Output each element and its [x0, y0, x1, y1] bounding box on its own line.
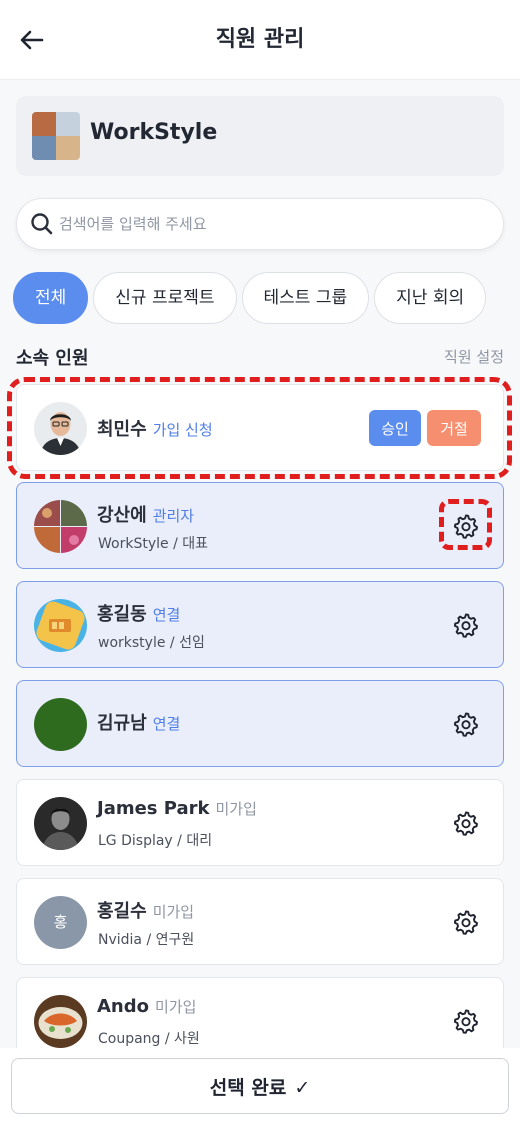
- avatar-initial: 홍: [53, 913, 68, 931]
- member-detail: workstyle / 선임: [98, 635, 205, 651]
- member-card[interactable]: 홍길동 연결 workstyle / 선임: [16, 581, 504, 668]
- role-tag: 연결: [152, 606, 181, 624]
- avatar: [34, 599, 87, 652]
- gear-icon[interactable]: [453, 810, 479, 836]
- check-icon: ✓: [294, 1076, 311, 1099]
- approve-button[interactable]: 승인: [369, 410, 421, 446]
- member-name: James Park: [97, 798, 210, 819]
- member-name: 강산에: [97, 505, 147, 526]
- workspace-thumbnail: [32, 112, 80, 160]
- gear-icon[interactable]: [453, 1008, 479, 1034]
- member-detail: LG Display / 대리: [98, 833, 213, 849]
- member-name-line: James Park 미가입: [97, 798, 257, 819]
- member-card[interactable]: 홍 홍길수 미가입 Nvidia / 연구원: [16, 878, 504, 965]
- member-card[interactable]: 강산에 관리자 WorkStyle / 대표: [16, 482, 504, 569]
- member-name: 홍길수: [97, 901, 147, 922]
- filter-chip-all[interactable]: 전체: [13, 272, 89, 324]
- member-detail: WorkStyle / 대표: [98, 536, 208, 552]
- member-name-line: 홍길수 미가입: [97, 897, 194, 923]
- member-name-line: 홍길동 연결: [97, 600, 180, 626]
- member-name-line: 강산에 관리자: [97, 501, 194, 527]
- avatar: [34, 797, 87, 850]
- avatar: [34, 500, 87, 553]
- avatar: [34, 698, 87, 751]
- member-name-line: Ando 미가입: [97, 996, 196, 1017]
- role-tag: 미가입: [155, 998, 197, 1016]
- search-bar: [16, 198, 504, 250]
- complete-selection-button[interactable]: 선택 완료 ✓: [11, 1058, 509, 1114]
- page-title: 직원 관리: [215, 27, 305, 52]
- workspace-name: WorkStyle: [90, 120, 218, 145]
- avatar: [34, 402, 87, 455]
- request-status-tag: 가입 신청: [152, 421, 213, 439]
- search-icon: [31, 213, 53, 235]
- member-name: 김규남: [97, 713, 147, 734]
- member-detail: Nvidia / 연구원: [98, 932, 195, 948]
- bottom-bar: 선택 완료 ✓: [0, 1048, 520, 1125]
- avatar: 홍: [34, 896, 87, 949]
- reject-button[interactable]: 거절: [427, 410, 481, 446]
- gear-icon[interactable]: [453, 909, 479, 935]
- gear-icon[interactable]: [453, 513, 479, 539]
- workspace-card: WorkStyle: [16, 96, 504, 176]
- role-tag: 관리자: [152, 507, 195, 525]
- member-name: 최민수: [97, 419, 147, 440]
- app-header: 직원 관리: [0, 0, 520, 80]
- request-name-line: 최민수 가입 신청: [97, 415, 213, 441]
- role-tag: 연결: [152, 715, 181, 733]
- role-tag: 미가입: [152, 903, 195, 921]
- filter-chip-new-project[interactable]: 신규 프로젝트: [93, 272, 237, 324]
- member-card[interactable]: James Park 미가입 LG Display / 대리: [16, 779, 504, 866]
- member-name: 홍길동: [97, 604, 147, 625]
- filter-chip-test-group[interactable]: 테스트 그룹: [241, 272, 370, 324]
- gear-icon[interactable]: [453, 612, 479, 638]
- member-card[interactable]: 김규남 연결: [16, 680, 504, 767]
- complete-label: 선택 완료: [209, 1076, 287, 1099]
- member-name-line: 김규남 연결: [97, 709, 180, 735]
- staff-settings-link[interactable]: 직원 설정: [444, 346, 504, 367]
- role-tag: 미가입: [215, 800, 257, 818]
- join-request-card: 최민수 가입 신청 승인 거절: [16, 384, 504, 471]
- gear-icon[interactable]: [453, 711, 479, 737]
- search-input[interactable]: [59, 199, 489, 249]
- member-detail: Coupang / 사원: [98, 1031, 200, 1047]
- section-title: 소속 인원: [16, 348, 89, 369]
- avatar: [34, 995, 87, 1048]
- member-name: Ando: [97, 996, 149, 1017]
- filter-chips: 전체 신규 프로젝트 테스트 그룹 지난 회의: [13, 272, 520, 326]
- filter-chip-past-meeting[interactable]: 지난 회의: [374, 272, 487, 324]
